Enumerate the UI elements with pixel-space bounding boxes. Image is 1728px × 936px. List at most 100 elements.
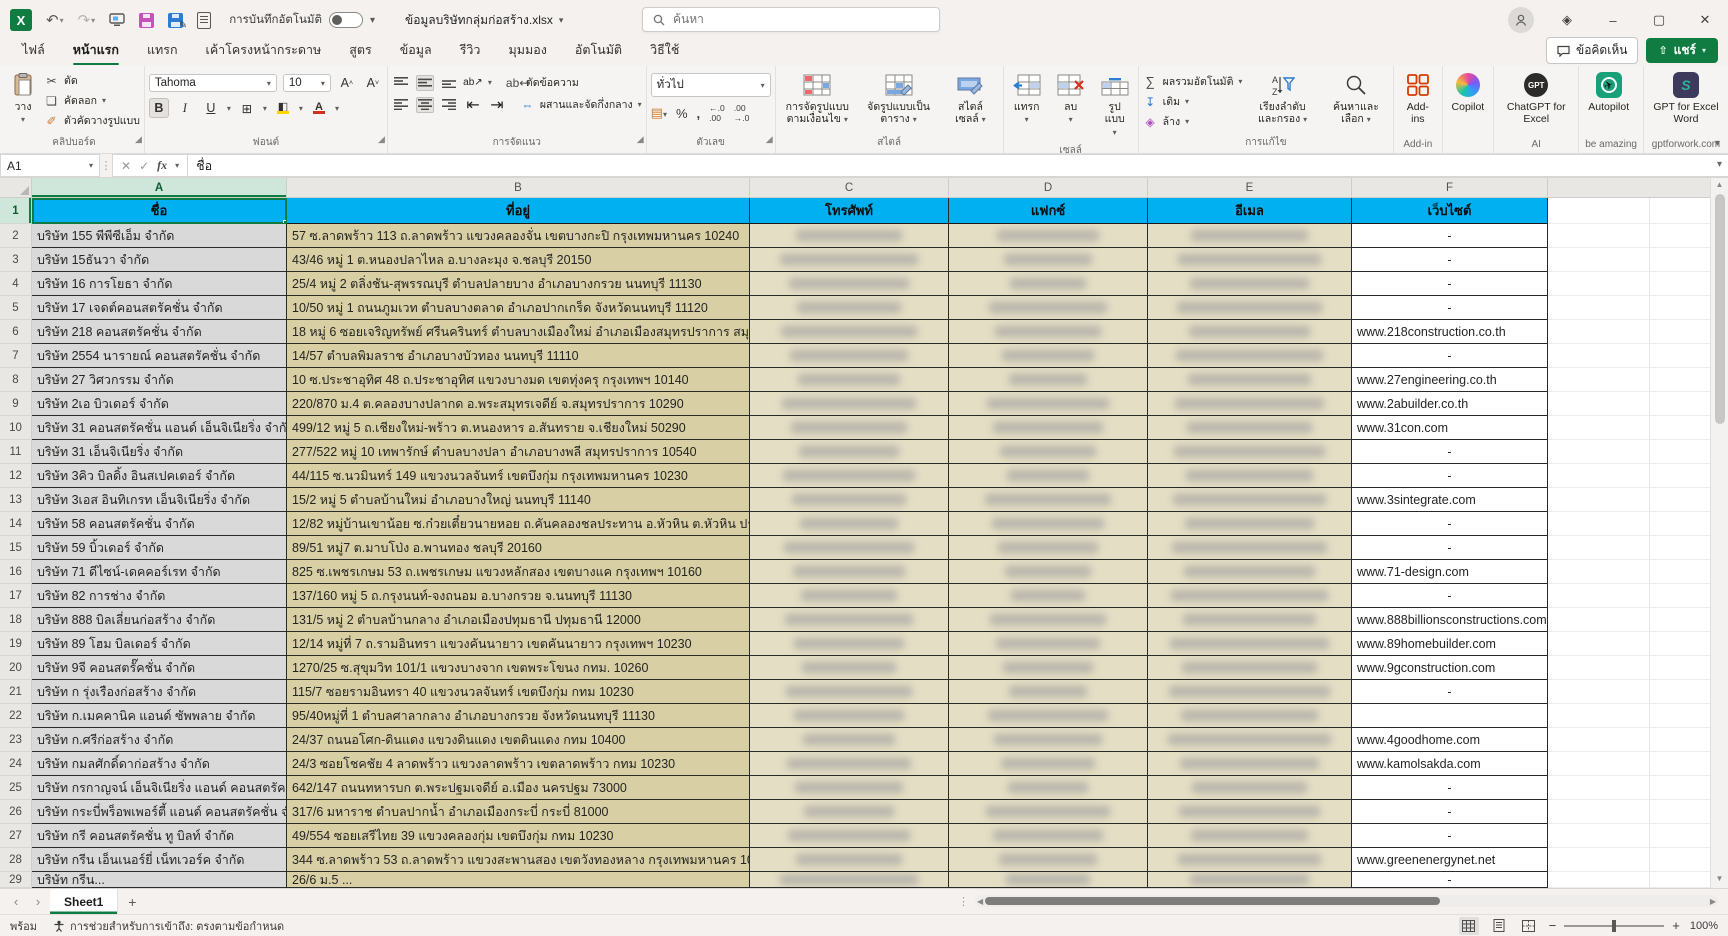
decrease-indent-icon[interactable]: ⇤ bbox=[464, 97, 482, 114]
cell-address[interactable]: 15/2 หมู่ 5 ตำบลบ้านใหม่ อำเภอบางใหญ่ นน… bbox=[287, 488, 750, 512]
cell-website[interactable] bbox=[1352, 704, 1548, 728]
screen-share-icon[interactable] bbox=[109, 13, 125, 27]
row-header-10[interactable]: 10 bbox=[0, 416, 32, 440]
cell-website[interactable]: www.27engineering.co.th bbox=[1352, 368, 1548, 392]
cell-address[interactable]: 12/14 หมู่ที่ 7 ถ.รามอินทรา แขวงคันนายาว… bbox=[287, 632, 750, 656]
tab-หน้าแรก[interactable]: หน้าแรก bbox=[61, 36, 131, 66]
zoom-out-button[interactable]: − bbox=[1549, 918, 1557, 933]
file-menu-chevron-icon[interactable]: ▾ bbox=[559, 15, 564, 26]
cell-company-name[interactable]: บริษัท 58 คอนสตรัคชั่น จำกัด bbox=[32, 512, 287, 536]
tab-เค้าโครงหน้ากระดาษ[interactable]: เค้าโครงหน้ากระดาษ bbox=[194, 36, 334, 66]
cell-fax-redacted[interactable] bbox=[949, 344, 1148, 368]
row-header-24[interactable]: 24 bbox=[0, 752, 32, 776]
paste-button[interactable]: วาง ▾ bbox=[8, 68, 38, 130]
delete-cells-button[interactable]: ลบ ▾ bbox=[1052, 68, 1090, 130]
cell-fax-redacted[interactable] bbox=[949, 464, 1148, 488]
row-header-18[interactable]: 18 bbox=[0, 608, 32, 632]
cell-phone-redacted[interactable] bbox=[750, 224, 949, 248]
cell-phone-redacted[interactable] bbox=[750, 440, 949, 464]
conditional-formatting-button[interactable]: การจัดรูปแบบตามเงื่อนไข ▾ bbox=[780, 68, 855, 130]
cell-website[interactable]: - bbox=[1352, 872, 1548, 888]
cell-email-redacted[interactable] bbox=[1148, 224, 1352, 248]
insert-function-icon[interactable]: fx bbox=[157, 158, 167, 173]
increase-decimal-icon[interactable]: ←.0.00 bbox=[709, 103, 725, 123]
cell-website[interactable]: - bbox=[1352, 512, 1548, 536]
tab-สูตร[interactable]: สูตร bbox=[337, 36, 383, 66]
cell-phone-redacted[interactable] bbox=[750, 368, 949, 392]
cell-email-redacted[interactable] bbox=[1148, 656, 1352, 680]
cell-company-name[interactable]: บริษัท 82 การช่าง จำกัด bbox=[32, 584, 287, 608]
cell-address[interactable]: 344 ซ.ลาดพร้าว 53 ถ.ลาดพร้าว แขวงสะพานสอ… bbox=[287, 848, 750, 872]
cell-address[interactable]: 137/160 หมู่ 5 ถ.กรุงนนท์-จงถนอม อ.บางกร… bbox=[287, 584, 750, 608]
row-header-11[interactable]: 11 bbox=[0, 440, 32, 464]
row-header-23[interactable]: 23 bbox=[0, 728, 32, 752]
collapse-ribbon-icon[interactable]: ▾ bbox=[1715, 138, 1720, 149]
header-cell-4[interactable]: แฟกซ์ bbox=[949, 198, 1148, 224]
cell-address[interactable]: 57 ซ.ลาดพร้าว 113 ถ.ลาดพร้าว แขวงคลองจั่… bbox=[287, 224, 750, 248]
cell-email-redacted[interactable] bbox=[1148, 872, 1352, 888]
number-format-select[interactable]: ทั่วไป ▾ bbox=[650, 73, 771, 97]
row-header-14[interactable]: 14 bbox=[0, 512, 32, 536]
cell-website[interactable]: - bbox=[1352, 248, 1548, 272]
addins-button[interactable]: Add-ins bbox=[1398, 68, 1437, 130]
cell-phone-redacted[interactable] bbox=[750, 272, 949, 296]
cell-company-name[interactable]: บริษัท 2เอ บิวเดอร์ จำกัด bbox=[32, 392, 287, 416]
align-left-button[interactable] bbox=[392, 97, 410, 113]
minimize-button[interactable]: – bbox=[1590, 0, 1636, 40]
cell-address[interactable]: 10 ซ.ประชาอุทิศ 48 ถ.ประชาอุทิศ แขวงบางม… bbox=[287, 368, 750, 392]
column-header-B[interactable]: B bbox=[287, 178, 750, 197]
cell-phone-redacted[interactable] bbox=[750, 512, 949, 536]
cell-company-name[interactable]: บริษัท ก.ศรีก่อสร้าง จำกัด bbox=[32, 728, 287, 752]
cell-email-redacted[interactable] bbox=[1148, 680, 1352, 704]
close-button[interactable]: ✕ bbox=[1682, 0, 1728, 40]
tab-รีวิว[interactable]: รีวิว bbox=[448, 36, 493, 66]
cell-fax-redacted[interactable] bbox=[949, 368, 1148, 392]
name-box[interactable]: A1 ▾ bbox=[0, 154, 100, 177]
cell-address[interactable]: 18 หมู่ 6 ซอยเจริญทรัพย์ ศรีนครินทร์ ตำบ… bbox=[287, 320, 750, 344]
cell-address[interactable]: 642/147 ถนนทหารบก ต.พระปฐมเจดีย์ อ.เมือง… bbox=[287, 776, 750, 800]
cell-website[interactable]: - bbox=[1352, 680, 1548, 704]
cell-company-name[interactable]: บริษัท กรีน... bbox=[32, 872, 287, 888]
cell-website[interactable]: - bbox=[1352, 584, 1548, 608]
cell-fax-redacted[interactable] bbox=[949, 800, 1148, 824]
cell-fax-redacted[interactable] bbox=[949, 824, 1148, 848]
cell-email-redacted[interactable] bbox=[1148, 248, 1352, 272]
borders-button[interactable]: ⊞ bbox=[237, 98, 257, 118]
cell-website[interactable]: - bbox=[1352, 440, 1548, 464]
cell-website[interactable]: www.218construction.co.th bbox=[1352, 320, 1548, 344]
cell-email-redacted[interactable] bbox=[1148, 416, 1352, 440]
next-sheet-icon[interactable]: › bbox=[28, 894, 48, 909]
cell-fax-redacted[interactable] bbox=[949, 224, 1148, 248]
percent-style-icon[interactable]: % bbox=[676, 106, 688, 121]
cell-company-name[interactable]: บริษัท กรี คอนสตรัคชั่น ทู บิลท์ จำกัด bbox=[32, 824, 287, 848]
cell-company-name[interactable]: บริษัท 155 พีพีซีเอ็ม จำกัด bbox=[32, 224, 287, 248]
cell-company-name[interactable]: บริษัท 888 บิลเลี่ยนก่อสร้าง จำกัด bbox=[32, 608, 287, 632]
cell-address[interactable]: 115/7 ซอยรามอินทรา 40 แขวงนวลจันทร์ เขตบ… bbox=[287, 680, 750, 704]
cell-fax-redacted[interactable] bbox=[949, 272, 1148, 296]
cell-fax-redacted[interactable] bbox=[949, 440, 1148, 464]
cell-website[interactable]: www.greenenergynet.net bbox=[1352, 848, 1548, 872]
cell-fax-redacted[interactable] bbox=[949, 656, 1148, 680]
cell-address[interactable]: 49/554 ซอยเสรีไทย 39 แขวงคลองกุ่ม เขตบึง… bbox=[287, 824, 750, 848]
cell-fax-redacted[interactable] bbox=[949, 704, 1148, 728]
cell-phone-redacted[interactable] bbox=[750, 656, 949, 680]
formula-input[interactable]: ชื่อ bbox=[188, 154, 1728, 177]
row-header-15[interactable]: 15 bbox=[0, 536, 32, 560]
enter-formula-icon[interactable]: ✓ bbox=[139, 159, 149, 173]
cell-phone-redacted[interactable] bbox=[750, 680, 949, 704]
cell-company-name[interactable]: บริษัท กรกาญจน์ เอ็นจิเนียริ่ง แอนด์ คอน… bbox=[32, 776, 287, 800]
cell-website[interactable]: www.3sintegrate.com bbox=[1352, 488, 1548, 512]
cell-phone-redacted[interactable] bbox=[750, 464, 949, 488]
find-select-button[interactable]: ค้นหาและเลือก ▾ bbox=[1323, 68, 1389, 130]
cell-address[interactable]: 14/57 ตำบลพิมลราช อำเภอบางบัวทอง นนทบุรี… bbox=[287, 344, 750, 368]
comments-button[interactable]: ข้อคิดเห็น bbox=[1545, 37, 1639, 64]
row-header-4[interactable]: 4 bbox=[0, 272, 32, 296]
accessibility-status[interactable]: การช่วยสำหรับการเข้าถึง: ตรงตามข้อกำหนด bbox=[53, 917, 284, 935]
cell-email-redacted[interactable] bbox=[1148, 320, 1352, 344]
cell-company-name[interactable]: บริษัท 17 เจดต์คอนสตรัคชั่น จำกัด bbox=[32, 296, 287, 320]
tab-มุมมอง[interactable]: มุมมอง bbox=[496, 36, 558, 66]
cell-phone-redacted[interactable] bbox=[750, 704, 949, 728]
alignment-dialog-launcher-icon[interactable]: ◢ bbox=[637, 134, 644, 145]
row-header-8[interactable]: 8 bbox=[0, 368, 32, 392]
cell-website[interactable]: - bbox=[1352, 776, 1548, 800]
